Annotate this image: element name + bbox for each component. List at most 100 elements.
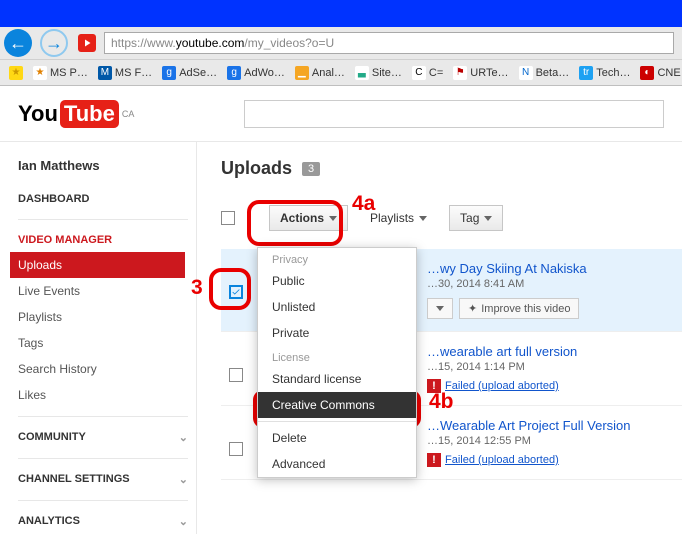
youtube-header: YouTubeCA (0, 86, 682, 142)
logo-country: CA (122, 109, 135, 119)
bookmark-icon: ▁ (295, 66, 309, 80)
bookmark-item[interactable]: trTech… (574, 64, 635, 82)
video-error[interactable]: !Failed (upload aborted) (427, 453, 631, 467)
dd-item-creative-commons[interactable]: Creative Commons (258, 392, 416, 418)
video-info: …wearable art full version …15, 2014 1:14… (427, 344, 577, 393)
bookmark-icon: ▃ (355, 66, 369, 80)
sidebar-analytics-label: ANALYTICS (18, 515, 80, 528)
video-title[interactable]: …wy Day Skiing At Nakiska (427, 261, 587, 276)
sidebar-video-manager[interactable]: VIDEO MANAGER (18, 228, 196, 252)
chevron-down-icon: ⌄ (179, 431, 188, 444)
bookmark-item[interactable]: ◐CNE… (635, 64, 682, 82)
caret-icon (329, 216, 337, 221)
sidebar-community-label: COMMUNITY (18, 431, 86, 444)
search-input[interactable] (244, 100, 664, 128)
bookmark-icon: C (412, 66, 426, 80)
address-bar[interactable]: https://www.youtube.com/my_videos?o=U (104, 32, 674, 54)
logo-tube: Tube (60, 100, 119, 128)
actions-button[interactable]: Actions (269, 205, 348, 231)
sidebar-user[interactable]: Ian Matthews (18, 158, 196, 173)
sidebar-item-likes[interactable]: Likes (18, 382, 196, 408)
video-checkbox[interactable] (229, 285, 243, 299)
bookmark-item[interactable]: gAdWo… (222, 64, 290, 82)
youtube-logo[interactable]: YouTubeCA (18, 100, 134, 128)
bookmark-label: MS F… (115, 67, 152, 79)
improve-video-button[interactable]: ✦Improve this video (459, 298, 579, 319)
sidebar-item-live-events[interactable]: Live Events (18, 278, 196, 304)
sidebar-item-tags[interactable]: Tags (18, 330, 196, 356)
dd-item-private[interactable]: Private (258, 320, 416, 346)
bookmark-icon: M (98, 66, 112, 80)
bookmark-icon: ★ (33, 66, 47, 80)
bookmark-item[interactable]: CC= (407, 64, 448, 82)
page-title: Uploads 3 (221, 158, 682, 179)
dd-item-delete[interactable]: Delete (258, 425, 416, 451)
upload-count-badge: 3 (302, 162, 320, 176)
video-title[interactable]: …Wearable Art Project Full Version (427, 418, 631, 433)
url-sub: www. (147, 36, 176, 50)
url-host: youtube.com (176, 36, 245, 50)
dd-item-standard[interactable]: Standard license (258, 366, 416, 392)
bookmark-icon: g (162, 66, 176, 80)
bookmark-icon: tr (579, 66, 593, 80)
browser-titlebar (0, 0, 682, 27)
bookmark-label: Beta… (536, 67, 570, 79)
playlists-button[interactable]: Playlists (360, 206, 437, 230)
video-info: …wy Day Skiing At Nakiska…30, 2014 8:41 … (427, 261, 587, 319)
sidebar-item-playlists[interactable]: Playlists (18, 304, 196, 330)
error-icon: ! (427, 453, 441, 467)
uploads-toolbar: Actions Playlists Tag (221, 205, 682, 231)
dd-item-unlisted[interactable]: Unlisted (258, 294, 416, 320)
sidebar-analytics[interactable]: ANALYTICS ⌄ (18, 509, 188, 534)
tag-label: Tag (460, 211, 479, 225)
bookmark-label: URTe… (470, 67, 508, 79)
bookmark-label: MS P… (50, 67, 88, 79)
video-error[interactable]: !Failed (upload aborted) (427, 379, 577, 393)
bookmark-label: AdSe… (179, 67, 217, 79)
sidebar-community[interactable]: COMMUNITY ⌄ (18, 425, 188, 450)
page-title-text: Uploads (221, 158, 292, 179)
bookmark-icon: N (519, 66, 533, 80)
logo-you: You (18, 101, 58, 127)
bookmark-item[interactable]: ▃Site… (350, 64, 407, 82)
bookmark-item[interactable]: NBeta… (514, 64, 575, 82)
sidebar-channel-settings[interactable]: CHANNEL SETTINGS ⌄ (18, 467, 188, 492)
tag-button[interactable]: Tag (449, 205, 503, 231)
dd-head-privacy: Privacy (258, 248, 416, 268)
video-edit-menu[interactable] (427, 298, 453, 319)
add-bookmark-button[interactable]: ★ (4, 64, 28, 82)
chevron-down-icon: ⌄ (179, 515, 188, 528)
sidebar-channel-label: CHANNEL SETTINGS (18, 473, 130, 486)
bookmark-icon: g (227, 66, 241, 80)
chevron-down-icon: ⌄ (179, 473, 188, 486)
bookmark-item[interactable]: ⚑URTe… (448, 64, 513, 82)
bookmark-label: Tech… (596, 67, 630, 79)
caret-icon (484, 216, 492, 221)
bookmark-label: Site… (372, 67, 402, 79)
video-info: …Wearable Art Project Full Version …15, 2… (427, 418, 631, 467)
actions-label: Actions (280, 211, 324, 225)
bookmark-item[interactable]: gAdSe… (157, 64, 222, 82)
wand-icon: ✦ (468, 302, 477, 315)
url-path: /my_videos?o=U (244, 36, 334, 50)
bookmark-item[interactable]: ★MS P… (28, 64, 93, 82)
video-checkbox[interactable] (229, 368, 243, 382)
bookmark-item[interactable]: ▁Anal… (290, 64, 350, 82)
bookmark-item[interactable]: MMS F… (93, 64, 157, 82)
browser-forward-button[interactable]: → (40, 29, 68, 57)
playlists-label: Playlists (370, 211, 414, 225)
select-all-checkbox[interactable] (221, 211, 235, 225)
caret-icon (419, 216, 427, 221)
sidebar-item-uploads[interactable]: Uploads (10, 252, 185, 278)
video-date: …15, 2014 12:55 PM (427, 435, 631, 447)
youtube-favicon-icon (78, 34, 96, 52)
dd-item-public[interactable]: Public (258, 268, 416, 294)
dd-item-advanced[interactable]: Advanced (258, 451, 416, 477)
sidebar-dashboard[interactable]: DASHBOARD (18, 187, 196, 211)
video-title[interactable]: …wearable art full version (427, 344, 577, 359)
main-content: Uploads 3 Actions Playlists Tag Privacy … (196, 142, 682, 534)
sidebar-item-search-history[interactable]: Search History (18, 356, 196, 382)
video-date: …15, 2014 1:14 PM (427, 361, 577, 373)
browser-back-button[interactable]: ← (4, 29, 32, 57)
video-checkbox[interactable] (229, 442, 243, 456)
